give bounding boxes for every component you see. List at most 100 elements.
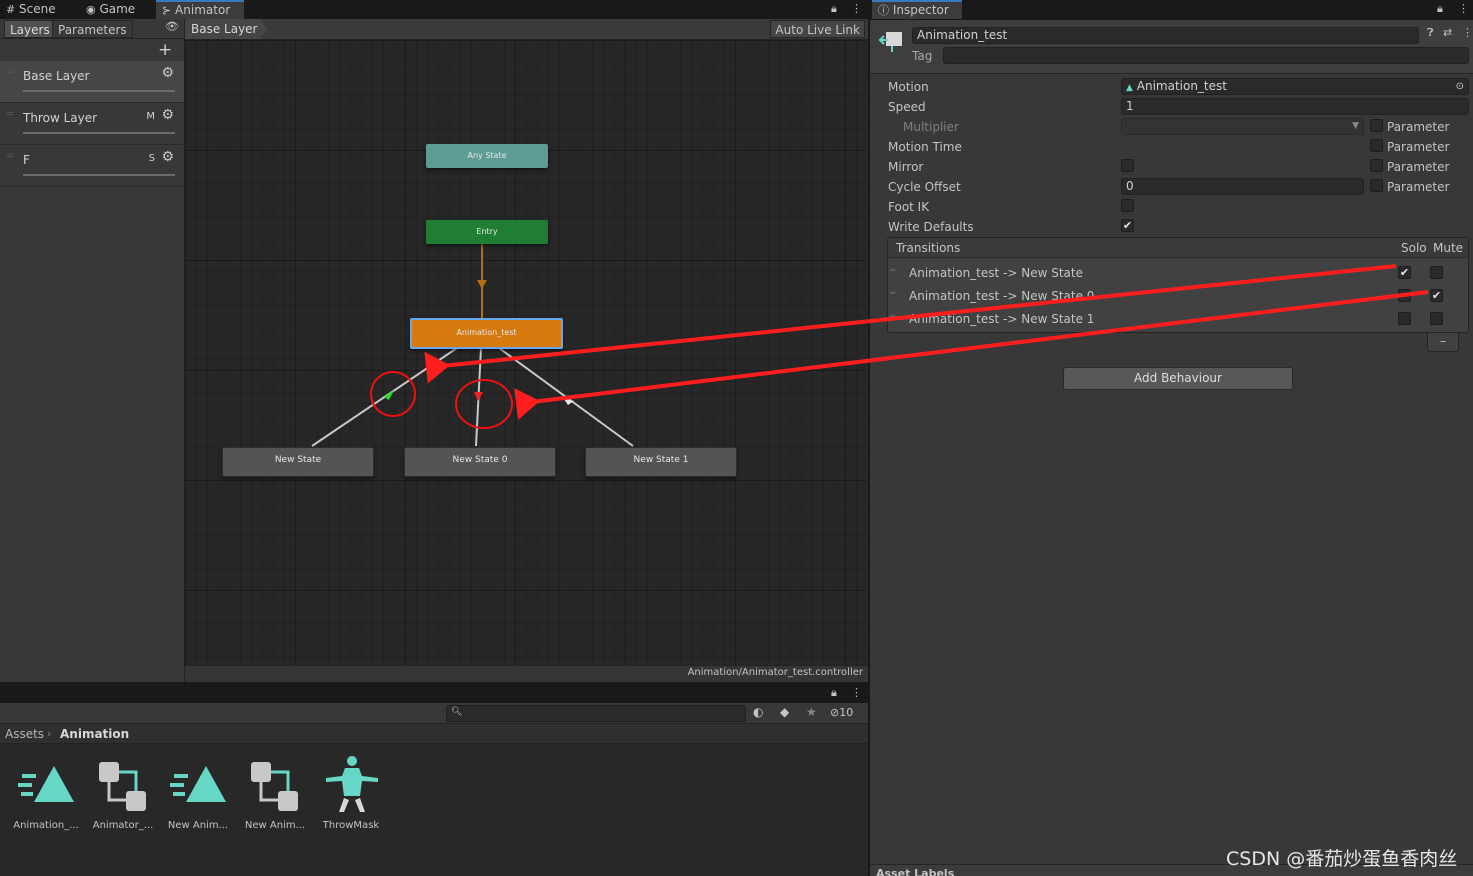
animator-icon: ⊱ — [162, 4, 172, 17]
solo-checkbox[interactable]: ✔ — [1398, 266, 1411, 279]
help-icon[interactable]: ❓︎ — [1427, 26, 1434, 40]
drag-handle-icon[interactable]: ═ — [7, 109, 13, 120]
motion-time-parameter-checkbox[interactable] — [1370, 139, 1383, 152]
filter-by-type-icon[interactable]: ◐ — [753, 705, 763, 719]
mute-checkbox[interactable] — [1430, 312, 1443, 325]
object-picker-icon[interactable]: ⊙ — [1456, 79, 1464, 94]
motion-field[interactable]: ▲ Animation_test ⊙ — [1121, 78, 1469, 95]
hidden-packages-button[interactable]: ⊘10 — [830, 706, 853, 719]
tab-layers[interactable]: Layers — [4, 20, 56, 38]
gear-icon[interactable]: ⚙ — [161, 107, 174, 123]
remove-transition-button[interactable]: – — [1427, 333, 1459, 352]
eye-icon[interactable]: 👁︎ — [165, 20, 179, 33]
layer-weight-bar[interactable] — [23, 90, 175, 92]
gear-icon[interactable]: ⚙ — [161, 65, 174, 81]
inspector-tab-bar: ⓘ Inspector 🔒︎ ⋮ — [870, 0, 1473, 20]
lock-icon[interactable]: 🔒︎ — [831, 2, 837, 16]
tab-animator-label: Animator — [175, 3, 231, 17]
eye-slash-icon: ⊘ — [830, 706, 840, 719]
layer-item-f[interactable]: ═ F S ⚙ — [0, 145, 184, 187]
solo-header: Solo — [1401, 241, 1427, 255]
tab-animator[interactable]: ⊱ Animator — [156, 0, 244, 19]
auto-live-link-button[interactable]: Auto Live Link — [770, 20, 865, 38]
breadcrumb[interactable]: Base Layer — [185, 19, 267, 39]
drag-handle-icon[interactable]: ═ — [7, 151, 13, 162]
asset-label: New Anim... — [244, 820, 306, 831]
node-label: New State — [274, 455, 322, 465]
transition-arrow-solo — [384, 390, 394, 400]
controller-path: Animation/Animator_test.controller — [687, 667, 863, 678]
project-search-input[interactable]: 🔍︎ — [446, 705, 746, 722]
layer-item-base[interactable]: ═ Base Layer ⚙ — [0, 61, 184, 103]
tab-parameters[interactable]: Parameters — [52, 20, 133, 38]
drag-handle-icon[interactable]: ═ — [890, 266, 895, 276]
write-defaults-checkbox[interactable]: ✔ — [1121, 219, 1134, 232]
transition-row[interactable]: Animation_test -> New State 1 — [909, 312, 1094, 326]
more-menu-icon[interactable]: ⋮ — [851, 686, 862, 699]
entry-transition-arrow — [477, 280, 487, 289]
transition-line-new-state-1[interactable] — [498, 347, 634, 447]
lock-icon[interactable]: 🔒︎ — [1437, 2, 1443, 16]
drag-handle-icon[interactable]: ═ — [7, 67, 13, 78]
tab-inspector[interactable]: ⓘ Inspector — [872, 0, 962, 19]
more-menu-icon[interactable]: ⋮ — [851, 2, 862, 15]
gamepad-icon: ◉ — [86, 3, 96, 16]
state-node-any-state[interactable]: Any State — [426, 144, 548, 168]
state-node-animation-test[interactable]: Animation_test — [410, 318, 563, 349]
filter-by-label-icon[interactable]: ◆ — [780, 705, 789, 719]
tab-scene[interactable]: # Scene — [0, 0, 78, 19]
state-node-entry[interactable]: Entry — [426, 220, 548, 244]
transition-arrow-mute — [474, 392, 483, 401]
breadcrumb-assets[interactable]: Assets — [5, 727, 44, 741]
tab-scene-label: Scene — [19, 2, 56, 16]
tab-game[interactable]: ◉ Game — [80, 0, 152, 19]
favorite-star-icon[interactable]: ★ — [806, 705, 817, 719]
solo-checkbox[interactable] — [1398, 312, 1411, 325]
watermark-text: CSDN @番茄炒蛋鱼香肉丝 — [1226, 848, 1458, 870]
speed-field[interactable]: 1 — [1121, 98, 1469, 115]
cycle-offset-field[interactable]: 0 — [1121, 178, 1364, 195]
parameter-label: Parameter — [1387, 140, 1450, 154]
add-behaviour-button[interactable]: Add Behaviour — [1063, 367, 1293, 390]
breadcrumb-animation[interactable]: Animation — [60, 727, 129, 741]
layer-item-throw[interactable]: ═ Throw Layer M ⚙ — [0, 103, 184, 145]
layer-weight-bar[interactable] — [23, 174, 175, 176]
object-name-field[interactable]: Animation_test — [912, 27, 1419, 44]
mirror-parameter-checkbox[interactable] — [1370, 159, 1383, 172]
motion-value: Animation_test — [1136, 79, 1227, 93]
multiplier-dropdown[interactable]: ▼ — [1121, 118, 1364, 135]
node-label: Animation_test — [456, 328, 517, 337]
remove-symbol: – — [1440, 334, 1446, 348]
inspector-header: Animation_test ❓︎ ⇄ ⋮ Tag — [870, 20, 1473, 74]
mute-checkbox[interactable]: ✔ — [1430, 289, 1443, 302]
solo-checkbox[interactable] — [1398, 289, 1411, 302]
lock-icon[interactable]: 🔒︎ — [831, 686, 837, 700]
state-node-new-state-1[interactable]: New State 1 — [585, 447, 737, 477]
preset-icon[interactable]: ⇄ — [1443, 26, 1452, 39]
cycle-offset-value: 0 — [1126, 179, 1134, 193]
transition-row[interactable]: Animation_test -> New State 0 — [909, 289, 1094, 303]
tab-parameters-label: Parameters — [58, 23, 127, 37]
foot-ik-label: Foot IK — [888, 200, 930, 214]
more-menu-icon[interactable]: ⋮ — [1462, 26, 1473, 39]
object-name-value: Animation_test — [917, 28, 1008, 42]
tag-field[interactable] — [943, 47, 1469, 64]
multiplier-parameter-checkbox[interactable] — [1370, 119, 1383, 132]
animation-clip-icon — [18, 766, 74, 802]
project-breadcrumb: Assets › Animation — [0, 724, 868, 744]
mute-checkbox[interactable] — [1430, 266, 1443, 279]
add-layer-button[interactable]: + — [158, 40, 172, 60]
foot-ik-checkbox[interactable] — [1121, 199, 1134, 212]
state-node-new-state-0[interactable]: New State 0 — [404, 447, 556, 477]
drag-handle-icon[interactable]: ═ — [890, 289, 895, 299]
state-node-new-state[interactable]: New State — [222, 447, 374, 477]
state-machine-graph[interactable]: Any State Entry Animation_test New State… — [185, 40, 867, 665]
transition-row[interactable]: Animation_test -> New State — [909, 266, 1083, 280]
cycle-offset-parameter-checkbox[interactable] — [1370, 179, 1383, 192]
mirror-checkbox[interactable] — [1121, 159, 1134, 172]
node-label: Entry — [476, 227, 498, 236]
gear-icon[interactable]: ⚙ — [161, 149, 174, 165]
layer-weight-bar[interactable] — [23, 132, 175, 134]
drag-handle-icon[interactable]: ═ — [890, 312, 895, 322]
more-menu-icon[interactable]: ⋮ — [1458, 2, 1469, 15]
